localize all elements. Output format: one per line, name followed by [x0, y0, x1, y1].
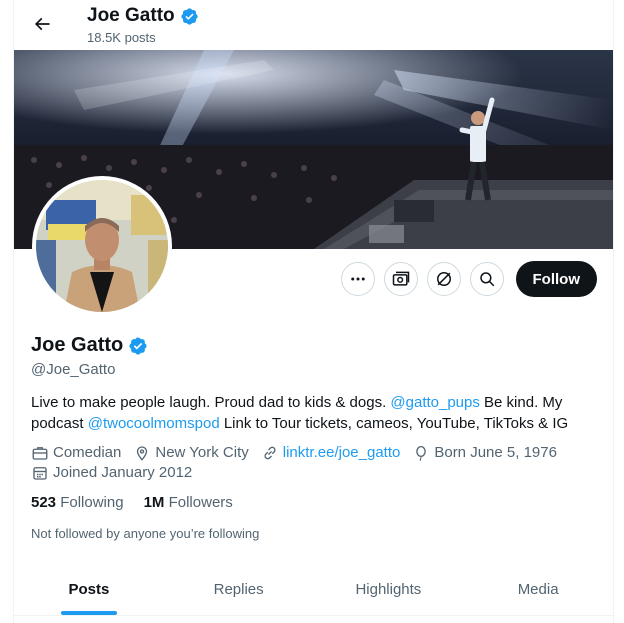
active-tab-indicator [60, 611, 117, 615]
birthday-text: Born June 5, 1976 [434, 444, 557, 461]
meta-website: linktr.ee/joe_gatto [261, 443, 401, 463]
profile-avatar[interactable] [32, 176, 172, 316]
bio-mention-link[interactable]: @gatto_pups [390, 394, 479, 411]
tab-highlights[interactable]: Highlights [314, 563, 464, 615]
profile-meta: Comedian New York City linktr.ee/joe_gat… [31, 443, 601, 483]
search-icon [479, 272, 494, 287]
profile-name: Joe Gatto [31, 334, 148, 357]
avatar-image [36, 180, 168, 312]
verified-badge-icon [181, 7, 198, 25]
tab-label: Posts [68, 580, 110, 598]
tab-label: Replies [213, 580, 264, 598]
grok-icon [436, 272, 451, 286]
back-button[interactable] [28, 10, 56, 38]
search-profile-button[interactable] [469, 262, 504, 296]
verified-badge-icon[interactable] [128, 336, 148, 356]
header-name: Joe Gatto [87, 5, 175, 26]
bio-text: Live to make people laugh. Proud dad to … [31, 394, 391, 411]
profile-page: Joe Gatto 18.5K posts Follow Joe Gatto @… [13, 0, 614, 623]
profile-actions: Follow [340, 261, 597, 297]
calendar-icon [33, 467, 47, 480]
profile-stats: 523 Following 1M Followers [31, 494, 233, 511]
top-bar: Joe Gatto 18.5K posts [14, 0, 613, 50]
back-arrow-icon [34, 17, 50, 31]
mutual-followers-text: Not followed by anyone you’re following [31, 526, 260, 541]
category-text: Comedian [53, 444, 122, 461]
tab-media[interactable]: Media [463, 563, 613, 615]
location-text: New York City [155, 444, 249, 461]
meta-location: New York City [133, 443, 249, 463]
grok-button[interactable] [426, 262, 461, 296]
meta-category: Comedian [31, 443, 121, 463]
location-pin-icon [137, 446, 148, 461]
followers-count: 1M [143, 494, 165, 511]
header-posts-count: 18.5K posts [87, 30, 156, 45]
followers-label: Followers [168, 494, 233, 511]
tab-label: Media [517, 580, 559, 598]
more-icon [350, 277, 365, 281]
more-options-button[interactable] [340, 262, 375, 296]
profile-bio: Live to make people laugh. Proud dad to … [31, 392, 601, 434]
link-icon [264, 446, 276, 460]
balloon-icon [416, 445, 427, 461]
profile-handle: @Joe_Gatto [31, 361, 116, 378]
meta-birthday: Born June 5, 1976 [412, 443, 557, 463]
following-link[interactable]: 523 Following [31, 494, 124, 511]
website-link[interactable]: linktr.ee/joe_gatto [283, 443, 401, 463]
subscription-money-icon [392, 271, 409, 286]
following-label: Following [60, 494, 124, 511]
joined-text: Joined January 2012 [53, 464, 193, 481]
following-count: 523 [31, 494, 57, 511]
briefcase-icon [32, 447, 48, 460]
tab-label: Highlights [355, 580, 422, 598]
bio-mention-link[interactable]: @twocoolmomspod [88, 415, 220, 432]
followers-link[interactable]: 1M Followers [144, 494, 233, 511]
subscribe-button[interactable] [383, 262, 418, 296]
tab-posts[interactable]: Posts [14, 563, 164, 615]
profile-tabs: Posts Replies Highlights Media [14, 563, 613, 616]
tab-replies[interactable]: Replies [164, 563, 314, 615]
meta-joined: Joined January 2012 [31, 463, 192, 483]
bio-text: Link to Tour tickets, cameos, YouTube, T… [219, 415, 569, 432]
follow-button[interactable]: Follow [515, 261, 597, 297]
profile-name-text: Joe Gatto [31, 334, 124, 356]
header-title: Joe Gatto [87, 5, 199, 27]
